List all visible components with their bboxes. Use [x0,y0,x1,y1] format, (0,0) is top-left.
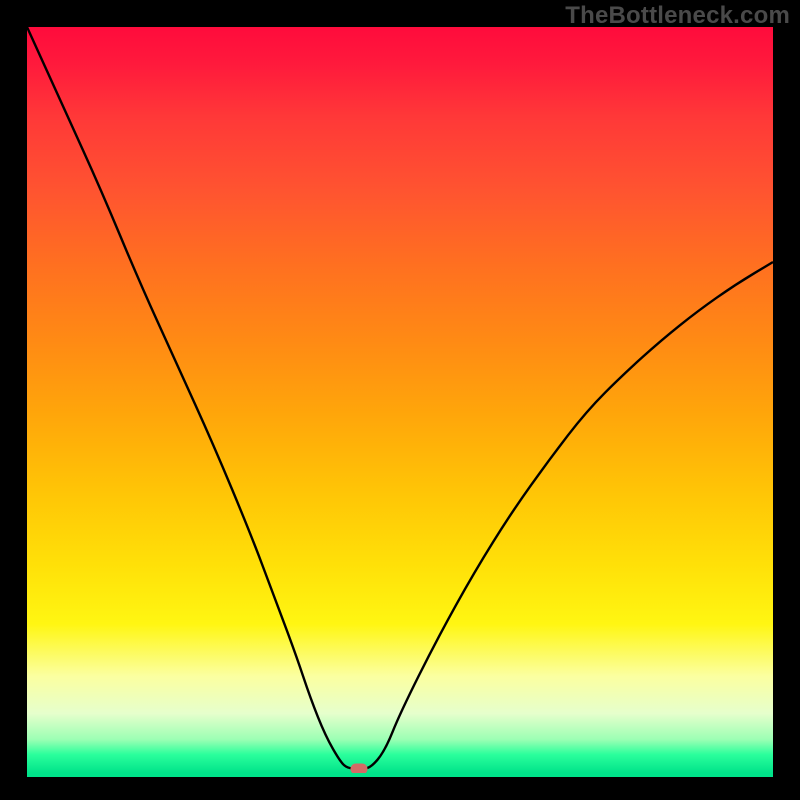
bottom-green-strip [27,773,773,777]
bottleneck-curve-svg [27,27,773,773]
bottleneck-curve [27,27,773,769]
plot-area [27,27,773,773]
optimum-marker [350,763,367,773]
watermark-text: TheBottleneck.com [565,2,790,30]
chart-frame: TheBottleneck.com [0,0,800,800]
